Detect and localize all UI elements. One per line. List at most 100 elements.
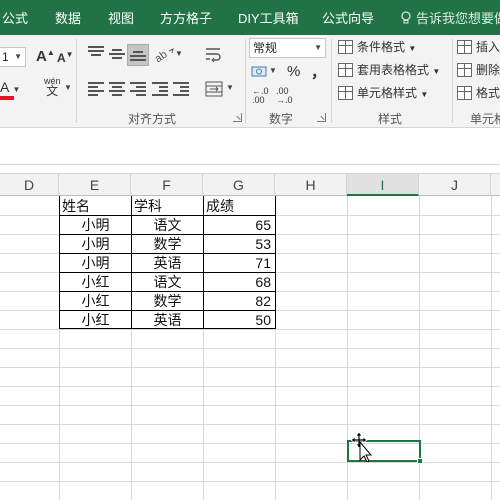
table-cell[interactable]: 数学 bbox=[132, 234, 203, 253]
table-cell[interactable]: 小明 bbox=[60, 215, 131, 234]
table-cell[interactable]: 82 bbox=[204, 291, 275, 310]
decrease-indent-icon[interactable] bbox=[152, 82, 168, 96]
align-center-icon[interactable] bbox=[109, 82, 125, 96]
formula-bar[interactable] bbox=[0, 129, 500, 165]
number-format-dropdown[interactable]: 常规 ▼ bbox=[249, 38, 326, 58]
alignment-group-label: 对齐方式 bbox=[128, 112, 177, 126]
move-cursor-icon bbox=[351, 432, 373, 462]
column-header-k[interactable] bbox=[491, 174, 500, 196]
increase-indent-icon[interactable] bbox=[173, 82, 189, 96]
delete-cells-label: 删除 bbox=[476, 63, 500, 77]
table-cell[interactable]: 语文 bbox=[132, 215, 203, 234]
styles-group-label: 样式 bbox=[378, 112, 403, 126]
grid-line bbox=[0, 443, 500, 444]
wrap-text-icon[interactable] bbox=[205, 47, 223, 63]
table-cell[interactable]: 语文 bbox=[132, 272, 203, 291]
align-top-icon[interactable] bbox=[88, 46, 104, 60]
tab-fangfang-gezi[interactable]: 方方格子 bbox=[160, 0, 212, 35]
table-cell[interactable]: 68 bbox=[204, 272, 275, 291]
orientation-icon[interactable]: ab bbox=[155, 47, 175, 63]
table-cell[interactable]: 英语 bbox=[132, 253, 203, 272]
align-bottom-icon bbox=[130, 51, 146, 65]
table-header-cell[interactable]: 姓名 bbox=[60, 196, 131, 215]
phonetic-guide-button[interactable]: wén 文 bbox=[44, 76, 61, 98]
tab-formula-wizard[interactable]: 公式向导 bbox=[322, 0, 374, 35]
format-cells-label: 格式 bbox=[476, 86, 500, 100]
grid-line bbox=[0, 405, 500, 406]
table-border bbox=[59, 215, 276, 216]
caret-up-icon: ▲ bbox=[46, 48, 55, 57]
column-header-e[interactable]: E bbox=[59, 174, 131, 196]
conditional-formatting-button[interactable]: 条件格式 ▼ bbox=[335, 36, 416, 58]
tab-view[interactable]: 视图 bbox=[108, 0, 134, 35]
table-cell[interactable]: 65 bbox=[204, 215, 275, 234]
font-color-button[interactable]: A ▼ bbox=[0, 79, 20, 95]
align-middle-icon[interactable] bbox=[109, 49, 125, 63]
table-cell[interactable]: 53 bbox=[204, 234, 275, 253]
comma-style-button[interactable]: ， bbox=[311, 61, 326, 82]
column-header-i[interactable]: I bbox=[347, 174, 419, 196]
conditional-formatting-label: 条件格式 bbox=[357, 40, 406, 54]
tab-formulas[interactable]: 公式 bbox=[2, 0, 28, 35]
table-border bbox=[59, 234, 276, 235]
group-separator bbox=[331, 39, 332, 123]
font-size-dropdown[interactable]: 1 ▼ bbox=[0, 47, 26, 67]
table-border bbox=[59, 291, 276, 292]
chevron-down-icon: ▼ bbox=[408, 44, 417, 53]
format-cells-button[interactable]: 格式 bbox=[454, 82, 500, 104]
tab-diy-toolbox[interactable]: DIY工具箱 bbox=[238, 0, 299, 35]
table-cell[interactable]: 数学 bbox=[132, 291, 203, 310]
table-cell[interactable]: 71 bbox=[204, 253, 275, 272]
table-cell[interactable]: 小明 bbox=[60, 234, 131, 253]
percent-style-button[interactable]: % bbox=[287, 63, 300, 80]
chevron-down-icon[interactable]: ▼ bbox=[64, 83, 72, 92]
column-header-g[interactable]: G bbox=[203, 174, 275, 196]
increase-decimal-button[interactable]: ←.0 .00 bbox=[252, 87, 269, 105]
fill-handle[interactable] bbox=[417, 458, 423, 464]
format-as-table-button[interactable]: 套用表格格式 ▼ bbox=[335, 59, 440, 81]
shrink-font-button[interactable]: A▼ bbox=[57, 50, 74, 65]
chevron-down-icon[interactable]: ▼ bbox=[226, 83, 234, 92]
table-cell[interactable]: 小明 bbox=[60, 253, 131, 272]
tab-data[interactable]: 数据 bbox=[55, 0, 81, 35]
font-color-bar bbox=[0, 96, 14, 100]
phonetic-bottom-label: 文 bbox=[46, 84, 59, 98]
format-as-table-label: 套用表格格式 bbox=[357, 63, 430, 77]
chevron-down-icon: ▼ bbox=[432, 67, 441, 76]
cells-group-label: 单元格 bbox=[470, 112, 500, 126]
ribbon: 1 ▼ A▲ A▼ A ▼ wén 文 ▼ ab ▼ ▼ 对齐方式 常规 ▼ ▼ %… bbox=[0, 35, 500, 128]
table-header-cell[interactable]: 学科 bbox=[132, 196, 203, 215]
tell-me-search[interactable]: 告诉我您想要做 bbox=[400, 0, 500, 35]
alignment-dialog-launcher-icon[interactable] bbox=[233, 113, 242, 122]
table-border bbox=[59, 310, 276, 311]
table-cell[interactable]: 50 bbox=[204, 310, 275, 329]
merge-center-icon[interactable] bbox=[205, 81, 223, 97]
table-border bbox=[59, 253, 276, 254]
shrink-font-label: A bbox=[57, 51, 66, 65]
cell-styles-button[interactable]: 单元格样式 ▼ bbox=[335, 82, 428, 104]
delete-cells-button[interactable]: 删除 bbox=[454, 59, 500, 81]
accounting-format-icon[interactable] bbox=[251, 64, 269, 80]
table-cell[interactable]: 小红 bbox=[60, 310, 131, 329]
table-cell[interactable]: 英语 bbox=[132, 310, 203, 329]
table-border bbox=[59, 272, 276, 273]
table-cell[interactable]: 小红 bbox=[60, 291, 131, 310]
column-header-d[interactable]: D bbox=[0, 174, 59, 196]
number-dialog-launcher-icon[interactable] bbox=[317, 113, 326, 122]
grid-line bbox=[0, 348, 500, 349]
cell-styles-icon bbox=[338, 86, 353, 100]
group-separator bbox=[76, 39, 77, 123]
chevron-down-icon[interactable]: ▼ bbox=[175, 49, 183, 58]
grid-line bbox=[0, 386, 500, 387]
table-header-cell[interactable]: 成绩 bbox=[204, 196, 275, 215]
align-left-icon[interactable] bbox=[88, 82, 104, 96]
insert-cells-button[interactable]: 插入 bbox=[454, 36, 500, 58]
align-right-icon[interactable] bbox=[130, 82, 146, 96]
grow-font-button[interactable]: A▲ bbox=[36, 48, 55, 65]
chevron-down-icon[interactable]: ▼ bbox=[269, 66, 277, 75]
table-cell[interactable]: 小红 bbox=[60, 272, 131, 291]
column-header-f[interactable]: F bbox=[131, 174, 203, 196]
decrease-decimal-button[interactable]: .00 →.0 bbox=[276, 87, 293, 105]
column-header-j[interactable]: J bbox=[419, 174, 491, 196]
column-header-h[interactable]: H bbox=[275, 174, 347, 196]
